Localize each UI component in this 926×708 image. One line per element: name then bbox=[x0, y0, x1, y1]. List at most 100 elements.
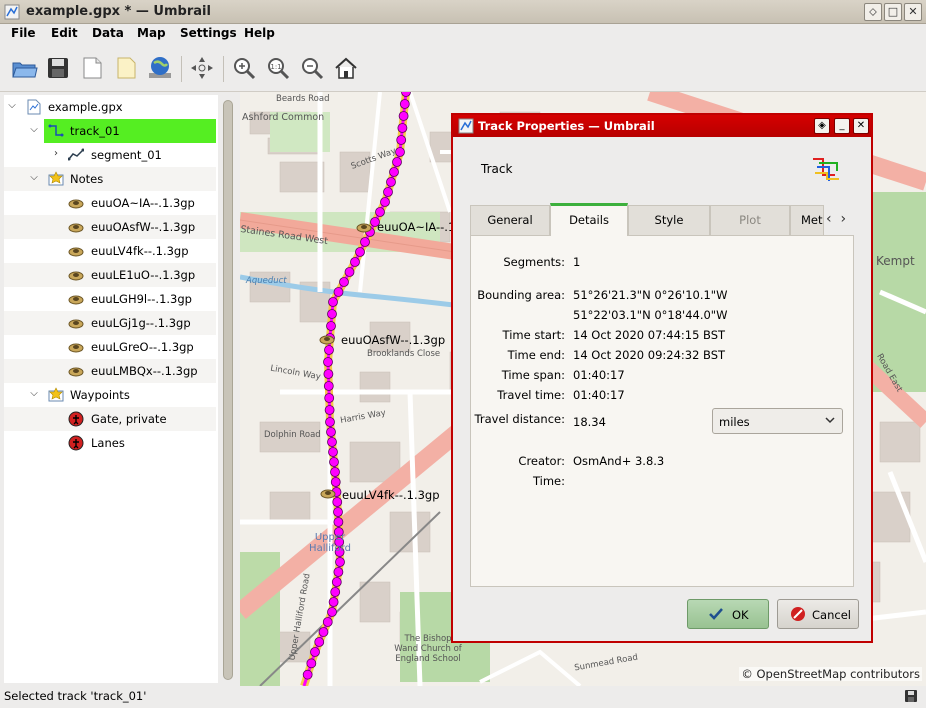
tab-style[interactable]: Style bbox=[628, 205, 710, 235]
tree-scrollbar[interactable] bbox=[222, 98, 234, 682]
note-label: euuLE1uO--.1.3gp bbox=[91, 268, 196, 282]
tree-note-item[interactable]: euuLGreO--.1.3gp bbox=[4, 335, 216, 359]
tree-item-waypoints[interactable]: ⌵ Waypoints bbox=[4, 383, 216, 407]
new-note-icon[interactable] bbox=[78, 54, 106, 82]
track-point bbox=[323, 381, 334, 391]
paste-icon[interactable] bbox=[112, 54, 140, 82]
tree-track-label: track_01 bbox=[70, 124, 120, 138]
track-point bbox=[397, 123, 408, 133]
chevron-left-icon[interactable]: ‹ bbox=[826, 211, 832, 227]
pan-icon[interactable] bbox=[188, 54, 216, 82]
track-point bbox=[310, 647, 320, 657]
chevron-down-icon[interactable]: ⌵ bbox=[28, 172, 40, 184]
tree-note-item[interactable]: euuLGH9l--.1.3gp bbox=[4, 287, 216, 311]
tree-note-item[interactable]: euuLGj1g--.1.3gp bbox=[4, 311, 216, 335]
time-end-label: Time end: bbox=[507, 348, 565, 362]
chevron-right-icon[interactable]: › bbox=[50, 148, 62, 160]
tab-plot[interactable]: Plot bbox=[710, 205, 790, 235]
tree-item-file[interactable]: ⌵ example.gpx bbox=[4, 95, 216, 119]
tab-general[interactable]: General bbox=[470, 205, 550, 235]
track-point bbox=[330, 587, 341, 597]
tree-waypoint-item[interactable]: Gate, private bbox=[4, 407, 216, 431]
tree-note-item[interactable]: euuOAsfW--.1.3gp bbox=[4, 215, 216, 239]
open-icon[interactable] bbox=[10, 54, 38, 82]
tree-item-track[interactable]: ⌵ track_01 bbox=[4, 119, 216, 143]
home-icon[interactable] bbox=[332, 54, 360, 82]
audio-note-icon bbox=[68, 343, 84, 353]
tree-note-item[interactable]: euuLMBQx--.1.3gp bbox=[4, 359, 216, 383]
menu-map[interactable]: Map bbox=[137, 26, 166, 40]
chevron-down-icon[interactable]: ⌵ bbox=[28, 388, 40, 400]
dialog-titlebar[interactable]: Track Properties — Umbrail ◈ _ ✕ bbox=[453, 115, 871, 137]
zoom-out-icon[interactable] bbox=[298, 54, 326, 82]
map-label: Beards Road bbox=[276, 94, 330, 104]
chevron-right-icon[interactable]: › bbox=[841, 211, 847, 227]
track-point bbox=[344, 267, 355, 277]
maximize-icon: □ bbox=[887, 5, 899, 18]
save-icon[interactable] bbox=[44, 54, 72, 82]
audio-note-icon bbox=[68, 199, 84, 209]
chevron-down-icon[interactable]: ⌵ bbox=[28, 124, 40, 136]
tab-scroll-arrows: ‹ › bbox=[826, 211, 846, 227]
menu-file[interactable]: File bbox=[11, 26, 36, 40]
maximize-button[interactable]: □ bbox=[884, 3, 902, 21]
tree-item-notes[interactable]: ⌵ Notes bbox=[4, 167, 216, 191]
ok-button[interactable]: OK bbox=[687, 599, 769, 629]
audio-note-marker-icon[interactable] bbox=[320, 485, 336, 501]
audio-note-icon bbox=[68, 295, 84, 305]
close-icon: ✕ bbox=[908, 5, 918, 18]
close-icon: ✕ bbox=[856, 120, 866, 131]
tree-waypoint-item[interactable]: Lanes bbox=[4, 431, 216, 455]
distance-unit-select[interactable]: miles bbox=[712, 408, 843, 434]
menu-settings[interactable]: Settings bbox=[180, 26, 237, 40]
note-label: euuOA~IA--.1.3gp bbox=[91, 196, 195, 210]
track-point bbox=[399, 99, 410, 109]
dialog-close-button[interactable]: ✕ bbox=[853, 118, 869, 134]
scrollbar-thumb[interactable] bbox=[223, 100, 233, 680]
track-point bbox=[325, 417, 335, 427]
tree-note-item[interactable]: euuLV4fk--.1.3gp bbox=[4, 239, 216, 263]
map-label: Dolphin Road bbox=[264, 430, 321, 440]
audio-note-marker-icon[interactable] bbox=[356, 219, 372, 235]
track-point bbox=[360, 237, 370, 247]
track-point bbox=[327, 309, 337, 319]
track-properties-dialog: Track Properties — Umbrail ◈ _ ✕ Track G… bbox=[451, 113, 873, 643]
tab-metadata[interactable]: Met bbox=[790, 205, 824, 235]
zoom-in-icon[interactable] bbox=[230, 54, 258, 82]
cancel-button[interactable]: Cancel bbox=[777, 599, 859, 629]
track-point bbox=[327, 437, 337, 447]
menu-data[interactable]: Data bbox=[92, 26, 124, 40]
save-status-icon bbox=[905, 690, 917, 702]
download-map-icon[interactable] bbox=[146, 54, 174, 82]
zoom-actual-icon[interactable]: 1:1 bbox=[264, 54, 292, 82]
tab-details[interactable]: Details bbox=[550, 203, 628, 236]
close-window-button[interactable]: ✕ bbox=[904, 3, 922, 21]
menu-help[interactable]: Help bbox=[244, 26, 275, 40]
tree-note-item[interactable]: euuLE1uO--.1.3gp bbox=[4, 263, 216, 287]
track-point bbox=[333, 567, 344, 577]
track-point bbox=[398, 111, 409, 121]
tree-note-item[interactable]: euuOA~IA--.1.3gp bbox=[4, 191, 216, 215]
dialog-heading: Track bbox=[481, 162, 513, 176]
notes-folder-icon bbox=[48, 171, 64, 186]
minimize-button[interactable]: ⬦ bbox=[864, 3, 882, 21]
menu-edit[interactable]: Edit bbox=[51, 26, 78, 40]
dialog-minimize-button[interactable]: _ bbox=[834, 118, 850, 134]
dialog-restore-button[interactable]: ◈ bbox=[814, 118, 830, 134]
tab-bar: General Details Style Plot Met ‹ › bbox=[470, 203, 854, 236]
chevron-down-icon[interactable]: ⌵ bbox=[6, 100, 18, 112]
status-text: Selected track 'track_01' bbox=[4, 689, 147, 703]
details-panel: Segments: 1 Bounding area: 51°26'21.3"N … bbox=[470, 235, 854, 587]
travel-time-label: Travel time: bbox=[497, 388, 565, 402]
audio-note-icon bbox=[68, 247, 84, 257]
track-point bbox=[339, 277, 349, 287]
track-point bbox=[314, 637, 325, 647]
dialog-app-icon bbox=[458, 118, 474, 134]
map-label: Aqueduct bbox=[246, 276, 287, 286]
waypoint-pin-icon bbox=[68, 435, 84, 451]
audio-note-marker-icon[interactable] bbox=[319, 331, 335, 347]
map-attribution[interactable]: © OpenStreetMap contributors bbox=[739, 667, 922, 681]
track-point bbox=[324, 393, 335, 403]
track-point bbox=[328, 597, 339, 607]
tree-item-segment[interactable]: › segment_01 bbox=[4, 143, 216, 167]
